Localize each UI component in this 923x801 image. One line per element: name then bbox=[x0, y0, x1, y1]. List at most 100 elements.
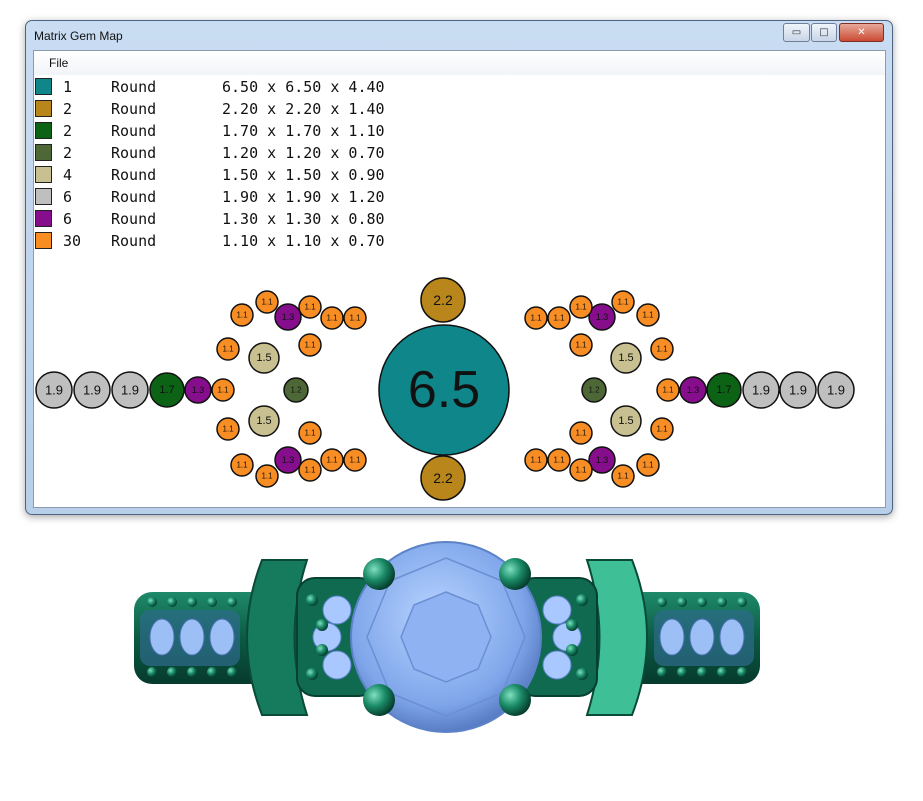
gem-map-window: Matrix Gem Map ▭ □ ✕ File 1 Round 6.50 x… bbox=[25, 20, 893, 515]
gem-size-label: 1.1 bbox=[530, 314, 542, 323]
gem-marker: 1.7 bbox=[149, 372, 185, 408]
gem-marker: 1.1 bbox=[255, 290, 279, 314]
gem-size-label: 2.2 bbox=[433, 470, 453, 486]
gem-size-label: 6.5 bbox=[408, 361, 480, 419]
gem-size-label: 1.7 bbox=[716, 384, 731, 396]
gem-marker: 1.1 bbox=[650, 417, 674, 441]
gem-size-label: 1.1 bbox=[304, 303, 316, 312]
gem-marker: 1.1 bbox=[211, 378, 235, 402]
gem-marker: 1.5 bbox=[248, 405, 280, 437]
gem-marker: 1.3 bbox=[274, 446, 302, 474]
gem-marker: 6.5 bbox=[378, 324, 510, 456]
gem-size-label: 1.1 bbox=[236, 311, 248, 320]
gem-size-label: 1.1 bbox=[236, 461, 248, 470]
gem-marker: 1.9 bbox=[111, 371, 149, 409]
gem-size-label: 1.1 bbox=[575, 303, 587, 312]
gem-size-label: 1.5 bbox=[256, 415, 271, 427]
gem-marker: 1.1 bbox=[524, 306, 548, 330]
gem-size-label: 2.2 bbox=[433, 292, 453, 308]
gem-size-label: 1.7 bbox=[159, 384, 174, 396]
gem-size-label: 1.9 bbox=[121, 383, 139, 398]
gem-size-label: 1.2 bbox=[588, 386, 600, 395]
gem-size-label: 1.1 bbox=[326, 314, 338, 323]
gem-size-label: 1.3 bbox=[687, 385, 700, 395]
gem-marker: 1.2 bbox=[283, 377, 309, 403]
gem-layout-map: 6.5 2.2 2.2 1.9 1.9 1.9 1.7 1.3 1.1 1.5 1.5 1.2 1.3 1… bbox=[35, 277, 855, 501]
gem-marker: 1.1 bbox=[320, 448, 344, 472]
gem-size-label: 1.3 bbox=[192, 385, 205, 395]
gem-marker: 1.5 bbox=[610, 342, 642, 374]
gem-marker: 1.1 bbox=[569, 458, 593, 482]
gem-marker: 1.1 bbox=[298, 421, 322, 445]
gem-marker: 1.1 bbox=[611, 290, 635, 314]
gem-marker: 1.1 bbox=[611, 464, 635, 488]
gem-marker: 1.3 bbox=[588, 446, 616, 474]
gem-marker: 1.5 bbox=[610, 405, 642, 437]
gem-size-label: 1.1 bbox=[553, 314, 565, 323]
gem-size-label: 1.2 bbox=[290, 386, 302, 395]
gem-size-label: 1.1 bbox=[304, 341, 316, 350]
gem-marker: 1.1 bbox=[216, 417, 240, 441]
gem-marker: 1.1 bbox=[569, 295, 593, 319]
gem-size-label: 1.1 bbox=[656, 345, 668, 354]
gem-size-label: 1.1 bbox=[304, 466, 316, 475]
gem-marker: 1.3 bbox=[274, 303, 302, 331]
gem-marker: 1.1 bbox=[255, 464, 279, 488]
window-title: Matrix Gem Map bbox=[34, 29, 123, 43]
gem-size-label: 1.3 bbox=[282, 312, 295, 322]
gem-marker: 1.3 bbox=[679, 376, 707, 404]
gem-size-label: 1.9 bbox=[83, 383, 101, 398]
gem-size-label: 1.5 bbox=[618, 352, 633, 364]
gem-size-label: 1.3 bbox=[596, 312, 609, 322]
gem-marker: 1.9 bbox=[817, 371, 855, 409]
gem-size-label: 1.1 bbox=[575, 429, 587, 438]
gem-size-label: 1.1 bbox=[349, 456, 361, 465]
gem-size-label: 1.1 bbox=[349, 314, 361, 323]
gem-marker: 1.1 bbox=[216, 337, 240, 361]
gem-marker: 1.1 bbox=[298, 295, 322, 319]
gem-size-label: 1.1 bbox=[326, 456, 338, 465]
gem-size-label: 1.9 bbox=[789, 383, 807, 398]
gem-marker: 1.1 bbox=[636, 303, 660, 327]
gem-size-label: 1.1 bbox=[656, 425, 668, 434]
gem-marker: 1.1 bbox=[547, 448, 571, 472]
gem-size-label: 1.1 bbox=[222, 345, 234, 354]
gem-marker: 1.1 bbox=[298, 458, 322, 482]
gem-marker: 1.3 bbox=[588, 303, 616, 331]
gem-marker: 1.7 bbox=[706, 372, 742, 408]
maximize-button[interactable]: □ bbox=[811, 23, 837, 42]
gem-size-label: 1.9 bbox=[827, 383, 845, 398]
gem-size-label: 1.5 bbox=[618, 415, 633, 427]
gem-size-label: 1.5 bbox=[256, 352, 271, 364]
gem-marker: 1.9 bbox=[35, 371, 73, 409]
gem-size-label: 1.1 bbox=[662, 386, 674, 395]
gem-marker: 1.1 bbox=[230, 303, 254, 327]
gem-size-label: 1.1 bbox=[261, 298, 273, 307]
gem-marker: 1.1 bbox=[298, 333, 322, 357]
title-bar[interactable]: Matrix Gem Map ▭ □ ✕ bbox=[26, 21, 892, 49]
gem-size-label: 1.1 bbox=[642, 311, 654, 320]
gem-size-label: 1.1 bbox=[617, 472, 629, 481]
gem-marker: 1.5 bbox=[248, 342, 280, 374]
gem-marker: 1.2 bbox=[581, 377, 607, 403]
gem-size-label: 1.1 bbox=[261, 472, 273, 481]
gem-size-label: 1.1 bbox=[617, 298, 629, 307]
gem-size-label: 1.9 bbox=[752, 383, 770, 398]
client-area: File 1 Round 6.50 x 6.50 x 4.40 2 Round … bbox=[33, 50, 886, 508]
gem-marker: 1.1 bbox=[569, 333, 593, 357]
gem-marker: 1.1 bbox=[656, 378, 680, 402]
close-button[interactable]: ✕ bbox=[839, 23, 884, 42]
gem-marker: 1.1 bbox=[650, 337, 674, 361]
gem-size-label: 1.1 bbox=[217, 386, 229, 395]
gem-marker: 1.3 bbox=[184, 376, 212, 404]
ring-render-image bbox=[134, 541, 760, 733]
gem-marker: 1.1 bbox=[320, 306, 344, 330]
gem-marker: 1.9 bbox=[779, 371, 817, 409]
gem-size-label: 1.1 bbox=[642, 461, 654, 470]
gem-size-label: 1.1 bbox=[304, 429, 316, 438]
gem-marker: 1.1 bbox=[524, 448, 548, 472]
gem-size-label: 1.1 bbox=[575, 466, 587, 475]
gem-size-label: 1.3 bbox=[282, 455, 295, 465]
gem-marker: 1.9 bbox=[73, 371, 111, 409]
minimize-button[interactable]: ▭ bbox=[783, 23, 810, 42]
